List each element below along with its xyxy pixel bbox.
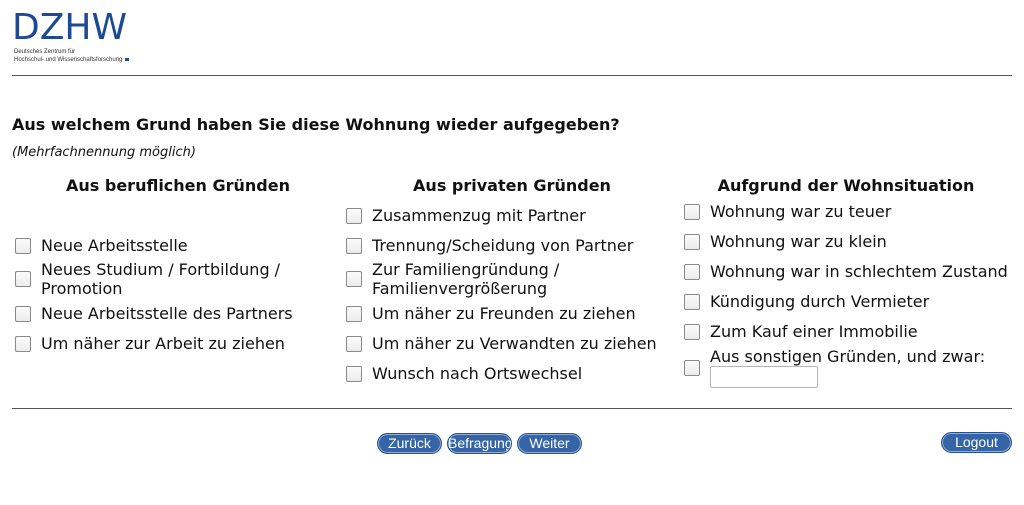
- top-divider: [12, 75, 1012, 76]
- checkbox-closer-to-friends[interactable]: [346, 305, 362, 322]
- checkbox-new-job[interactable]: [15, 237, 31, 254]
- column-heading-professional: Aus beruflichen Gründen: [66, 176, 290, 195]
- logo-subtitle-line2: Hochschul- und Wissenschaftsforschung: [14, 56, 154, 64]
- checkbox-closer-to-relatives[interactable]: [346, 335, 362, 352]
- checkbox-landlord-termination[interactable]: [684, 293, 700, 310]
- checkbox-separation[interactable]: [346, 237, 362, 254]
- option-partner-new-job[interactable]: Neue Arbeitsstelle des Partners: [15, 304, 315, 323]
- option-label: Neue Arbeitsstelle: [41, 236, 188, 255]
- other-reasons-input[interactable]: [710, 366, 818, 388]
- question-title: Aus welchem Grund haben Sie diese Wohnun…: [12, 115, 620, 134]
- checkbox-new-studies[interactable]: [15, 271, 31, 287]
- checkbox-property-purchase[interactable]: [684, 323, 700, 340]
- option-label: Wunsch nach Ortswechsel: [372, 364, 583, 383]
- logo-subtitle: Deutsches Zentrum für Hochschul- und Wis…: [14, 48, 154, 64]
- dzhw-logo: DZHW Deutsches Zentrum für Hochschul- un…: [12, 8, 152, 68]
- option-label: Um näher zu Verwandten zu ziehen: [372, 334, 657, 353]
- option-bad-condition[interactable]: Wohnung war in schlechtem Zustand: [684, 262, 1019, 281]
- option-new-studies[interactable]: Neues Studium / Fortbildung / Promotion: [15, 260, 315, 298]
- option-closer-to-friends[interactable]: Um näher zu Freunden zu ziehen: [346, 304, 676, 323]
- column-heading-private: Aus privaten Gründen: [413, 176, 611, 195]
- option-property-purchase[interactable]: Zum Kauf einer Immobilie: [684, 322, 1019, 341]
- next-button[interactable]: Weiter: [517, 433, 582, 454]
- checkbox-family-founding[interactable]: [346, 271, 362, 287]
- option-label: Wohnung war in schlechtem Zustand: [710, 262, 1008, 281]
- option-too-expensive[interactable]: Wohnung war zu teuer: [684, 202, 1019, 221]
- option-label: Neue Arbeitsstelle des Partners: [41, 304, 293, 323]
- option-closer-to-work[interactable]: Um näher zur Arbeit zu ziehen: [15, 334, 315, 353]
- logo-square-icon: [125, 57, 130, 61]
- option-label: Zum Kauf einer Immobilie: [710, 322, 918, 341]
- column-heading-housing: Aufgrund der Wohnsituation: [717, 176, 975, 195]
- logo-subtitle-line1: Deutsches Zentrum für: [14, 49, 76, 55]
- option-label: Um näher zu Freunden zu ziehen: [372, 304, 636, 323]
- option-label: Trennung/Scheidung von Partner: [372, 236, 634, 255]
- checkbox-moving-in-with-partner[interactable]: [346, 207, 362, 224]
- bottom-divider: [12, 408, 1012, 409]
- option-moving-in-with-partner[interactable]: Zusammenzug mit Partner: [346, 206, 676, 225]
- option-separation[interactable]: Trennung/Scheidung von Partner: [346, 236, 676, 255]
- option-label: Um näher zur Arbeit zu ziehen: [41, 334, 285, 353]
- option-new-job[interactable]: Neue Arbeitsstelle: [15, 236, 315, 255]
- checkbox-too-small[interactable]: [684, 233, 700, 250]
- checkbox-too-expensive[interactable]: [684, 203, 700, 220]
- option-label: Aus sonstigen Gründen, und zwar:: [710, 346, 986, 366]
- option-label: Zur Familiengründung / Familienvergrößer…: [372, 260, 560, 298]
- checkbox-partner-new-job[interactable]: [15, 305, 31, 322]
- checkbox-other-reasons[interactable]: [684, 360, 700, 376]
- option-label: Kündigung durch Vermieter: [710, 292, 930, 311]
- option-label: Wohnung war zu klein: [710, 232, 887, 251]
- checkbox-closer-to-work[interactable]: [15, 335, 31, 352]
- option-label: Neues Studium / Fortbildung / Promotion: [41, 260, 281, 298]
- survey-button[interactable]: Befragung: [447, 433, 512, 454]
- option-family-founding[interactable]: Zur Familiengründung / Familienvergrößer…: [346, 260, 676, 298]
- option-landlord-termination[interactable]: Kündigung durch Vermieter: [684, 292, 1019, 311]
- question-hint: (Mehrfachnennung möglich): [12, 145, 196, 160]
- option-closer-to-relatives[interactable]: Um näher zu Verwandten zu ziehen: [346, 334, 676, 353]
- logout-button[interactable]: Logout: [941, 432, 1012, 453]
- checkbox-bad-condition[interactable]: [684, 263, 700, 280]
- option-label: Wohnung war zu teuer: [710, 202, 892, 221]
- option-too-small[interactable]: Wohnung war zu klein: [684, 232, 1019, 251]
- logo-wordmark: DZHW: [12, 7, 128, 48]
- option-label: Zusammenzug mit Partner: [372, 206, 586, 225]
- option-change-of-location[interactable]: Wunsch nach Ortswechsel: [346, 364, 676, 383]
- back-button[interactable]: Zurück: [377, 433, 442, 454]
- checkbox-change-of-location[interactable]: [346, 365, 362, 382]
